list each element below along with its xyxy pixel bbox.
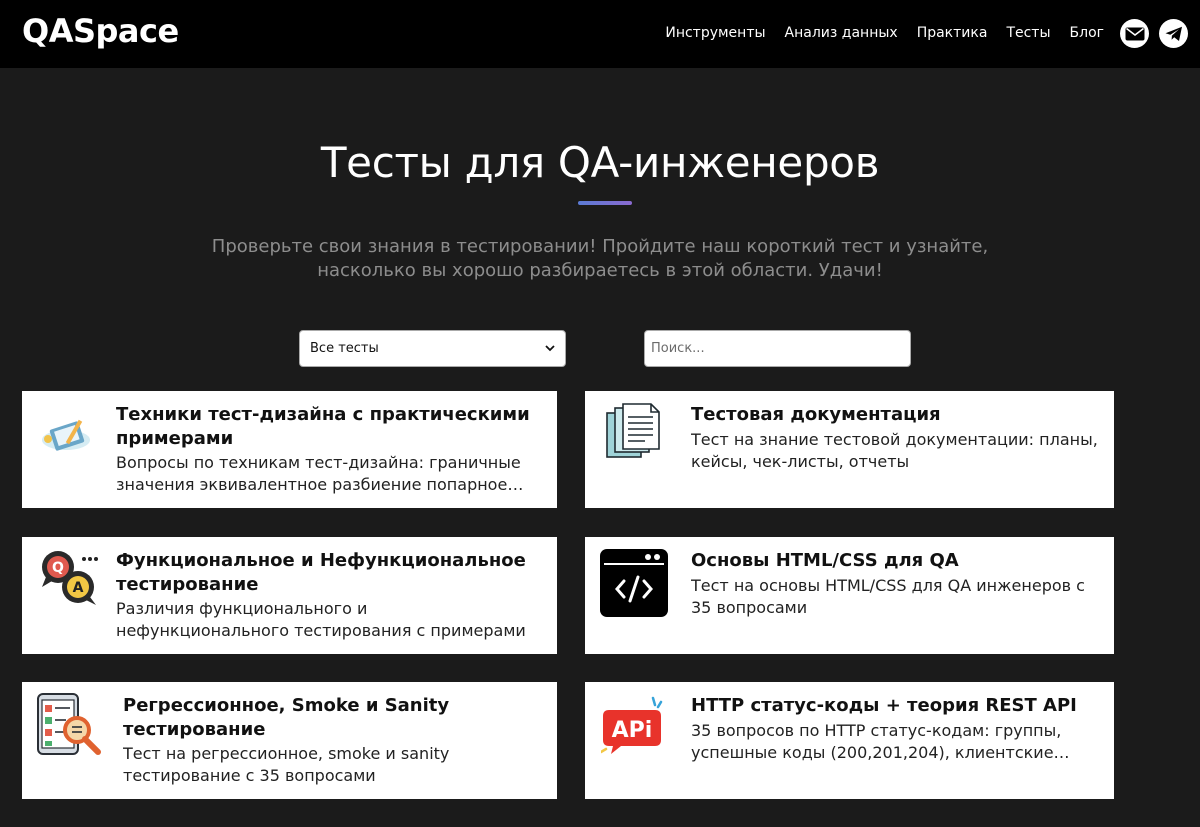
page-title: Тесты для QA-инженеров: [320, 138, 880, 187]
card-title: Основы HTML/CSS для QA: [691, 550, 959, 571]
category-select-value: Все тесты: [310, 341, 379, 356]
mail-icon[interactable]: [1120, 19, 1149, 48]
test-card-documentation[interactable]: Тестовая документация Тест на знание тес…: [585, 391, 1114, 508]
nav-item-blog[interactable]: Блог: [1070, 25, 1104, 41]
card-title: Функциональное и Нефункциональное тестир…: [116, 550, 526, 595]
test-card-functional[interactable]: Q A Функциональное и Нефункциональное те…: [22, 537, 557, 654]
page-subtitle: Проверьте свои знания в тестировании! Пр…: [211, 236, 989, 281]
documents-icon: [603, 403, 669, 469]
search-input[interactable]: [644, 330, 911, 367]
test-card-test-design[interactable]: Техники тест-дизайна с практическими при…: [22, 391, 557, 508]
card-title: HTTP статус-коды + теория REST API: [691, 695, 1077, 716]
main-nav: Инструменты Анализ данных Практика Тесты…: [665, 25, 1104, 41]
card-title: Техники тест-дизайна с практическими при…: [116, 404, 530, 449]
nav-item-practice[interactable]: Практика: [917, 25, 988, 41]
code-window-icon: [600, 549, 668, 617]
nav-item-data-analysis[interactable]: Анализ данных: [785, 25, 898, 41]
site-header: QASpace Инструменты Анализ данных Практи…: [0, 0, 1200, 68]
chevron-down-icon: [545, 345, 555, 352]
card-description: Различия функционального и нефункциональ…: [116, 599, 526, 640]
card-description: Тест на знание тестовой документации: пл…: [691, 430, 1098, 471]
test-design-icon: [38, 405, 104, 471]
svg-text:APi: APi: [612, 718, 653, 743]
test-card-regression[interactable]: Регрессионное, Smoke и Sanity тестирован…: [22, 682, 557, 799]
qa-chat-icon: Q A: [38, 547, 104, 613]
checklist-search-icon: [36, 692, 102, 758]
site-logo[interactable]: QASpace: [22, 12, 179, 50]
category-select[interactable]: Все тесты: [299, 330, 566, 367]
card-title: Тестовая документация: [691, 404, 941, 425]
card-description: Тест на регрессионное, smoke и sanity те…: [123, 744, 450, 785]
api-bubble-icon: APi: [599, 696, 667, 762]
card-description: 35 вопросов по HTTP статус-кодам: группы…: [691, 721, 1062, 762]
test-card-html-css[interactable]: Основы HTML/CSS для QA Тест на основы HT…: [585, 537, 1114, 654]
nav-item-tools[interactable]: Инструменты: [665, 25, 765, 41]
test-card-http-rest[interactable]: APi HTTP статус-коды + теория REST API 3…: [585, 682, 1114, 799]
nav-item-tests[interactable]: Тесты: [1006, 25, 1050, 41]
card-description: Вопросы по техникам тест-дизайна: гранич…: [116, 453, 521, 494]
svg-text:A: A: [73, 580, 84, 596]
card-title: Регрессионное, Smoke и Sanity тестирован…: [123, 695, 450, 740]
svg-text:Q: Q: [52, 560, 64, 576]
card-description: Тест на основы HTML/CSS для QA инженеров…: [691, 576, 1085, 617]
title-underline: [578, 201, 632, 205]
telegram-icon[interactable]: [1159, 19, 1188, 48]
